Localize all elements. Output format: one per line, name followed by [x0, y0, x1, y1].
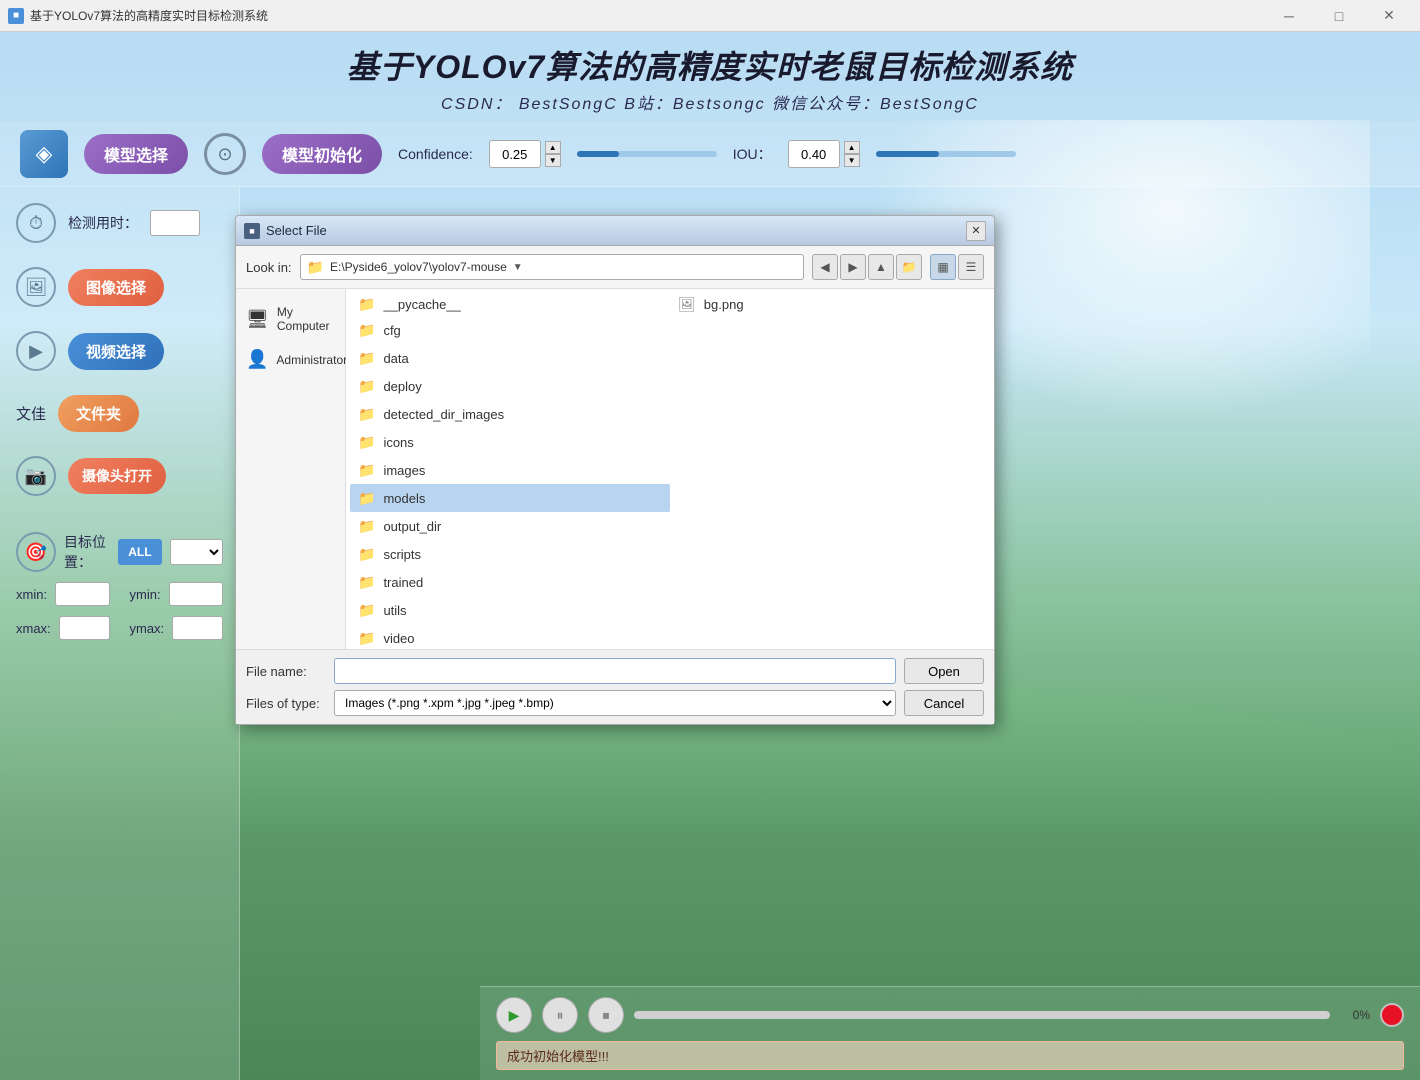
file-item-scripts[interactable]: 📁 scripts: [350, 540, 670, 568]
file-name-utils: utils: [383, 603, 406, 618]
file-item-trained[interactable]: 📁 trained: [350, 568, 670, 596]
folder-icon-scripts: 📁: [358, 546, 375, 563]
look-in-row: Look in: 📁 E:\Pyside6_yolov7\yolov7-mous…: [236, 246, 994, 289]
file-name-bgpng: bg.png: [704, 297, 744, 312]
dialog-icon: ■: [244, 223, 260, 239]
empty-cell-10: [670, 568, 990, 596]
dialog-title: Select File: [266, 223, 960, 238]
file-item-deploy[interactable]: 📁 deploy: [350, 372, 670, 400]
view-grid-button[interactable]: ▦: [930, 254, 956, 280]
file-grid: 📁 __pycache__ 🖼 bg.png 📁 cfg: [350, 293, 990, 649]
empty-cell-8: [670, 512, 990, 540]
file-name-output: output_dir: [383, 519, 441, 534]
file-name-data: data: [383, 351, 408, 366]
my-computer-label: My Computer: [277, 305, 335, 333]
folder-icon-detected: 📁: [358, 406, 375, 423]
file-item-data[interactable]: 📁 data: [350, 344, 670, 372]
folder-icon-icons: 📁: [358, 434, 375, 451]
folder-icon-models: 📁: [358, 490, 375, 507]
open-button[interactable]: Open: [904, 658, 984, 684]
file-name-icons: icons: [383, 435, 413, 450]
folder-icon-pycache: 📁: [358, 296, 375, 313]
file-name-pycache: __pycache__: [383, 297, 460, 312]
file-item-detected[interactable]: 📁 detected_dir_images: [350, 400, 670, 428]
file-name-cfg: cfg: [383, 323, 400, 338]
file-name-deploy: deploy: [383, 379, 421, 394]
empty-cell-5: [670, 428, 990, 456]
back-button[interactable]: ◀: [812, 254, 838, 280]
folder-icon-video: 📁: [358, 630, 375, 647]
empty-cell-4: [670, 400, 990, 428]
empty-cell-6: [670, 456, 990, 484]
forward-button[interactable]: ▶: [840, 254, 866, 280]
dialog-title-bar: ■ Select File ✕: [236, 216, 994, 246]
nav-item-administrator[interactable]: 👤 Administrator: [236, 341, 345, 378]
empty-cell-2: [670, 344, 990, 372]
cancel-button[interactable]: Cancel: [904, 690, 984, 716]
file-name-images: images: [383, 463, 425, 478]
filetype-label: Files of type:: [246, 696, 326, 711]
file-item-video[interactable]: 📁 video: [350, 624, 670, 649]
administrator-label: Administrator: [276, 353, 347, 367]
file-name-scripts: scripts: [383, 547, 421, 562]
file-item-models[interactable]: 📁 models: [350, 484, 670, 512]
file-name-detected: detected_dir_images: [383, 407, 504, 422]
empty-cell-11: [670, 596, 990, 624]
dialog-body: 🖥 My Computer 👤 Administrator 📁 __pycach…: [236, 289, 994, 649]
folder-icon-utils: 📁: [358, 602, 375, 619]
path-folder-icon: 📁: [307, 259, 324, 276]
file-name-video: video: [383, 631, 414, 646]
empty-cell-7: [670, 484, 990, 512]
file-dialog: ■ Select File ✕ Look in: 📁 E:\Pyside6_yo…: [235, 215, 995, 725]
look-in-label: Look in:: [246, 260, 292, 275]
folder-icon-output: 📁: [358, 518, 375, 535]
folder-icon-deploy: 📁: [358, 378, 375, 395]
file-item-pycache[interactable]: 📁 __pycache__: [350, 293, 670, 316]
filename-input[interactable]: [334, 658, 896, 684]
dialog-bottom: File name: Open Files of type: Images (*…: [236, 649, 994, 724]
filetype-select[interactable]: Images (*.png *.xpm *.jpg *.jpeg *.bmp): [334, 690, 896, 716]
path-dropdown-arrow: ▼: [513, 262, 523, 273]
folder-icon-images: 📁: [358, 462, 375, 479]
folder-icon-trained: 📁: [358, 574, 375, 591]
file-item-output[interactable]: 📁 output_dir: [350, 512, 670, 540]
file-item-icons[interactable]: 📁 icons: [350, 428, 670, 456]
file-list: 📁 __pycache__ 🖼 bg.png 📁 cfg: [346, 289, 994, 649]
file-item-cfg[interactable]: 📁 cfg: [350, 316, 670, 344]
my-computer-icon: 🖥: [246, 309, 269, 330]
file-item-images[interactable]: 📁 images: [350, 456, 670, 484]
empty-cell-3: [670, 372, 990, 400]
up-button[interactable]: ▲: [868, 254, 894, 280]
dialog-close-button[interactable]: ✕: [966, 221, 986, 241]
look-in-path[interactable]: 📁 E:\Pyside6_yolov7\yolov7-mouse ▼: [300, 254, 804, 280]
filename-label: File name:: [246, 664, 326, 679]
folder-icon-button[interactable]: 📁: [896, 254, 922, 280]
file-item-utils[interactable]: 📁 utils: [350, 596, 670, 624]
view-list-button[interactable]: ☰: [958, 254, 984, 280]
nav-item-my-computer[interactable]: 🖥 My Computer: [236, 297, 345, 341]
administrator-icon: 👤: [246, 349, 268, 370]
dialog-overlay: ■ Select File ✕ Look in: 📁 E:\Pyside6_yo…: [0, 0, 1420, 1080]
filetype-row: Files of type: Images (*.png *.xpm *.jpg…: [246, 690, 984, 716]
dialog-nav: 🖥 My Computer 👤 Administrator: [236, 289, 346, 649]
empty-cell-1: [670, 316, 990, 344]
filename-row: File name: Open: [246, 658, 984, 684]
file-item-bgpng[interactable]: 🖼 bg.png: [670, 293, 990, 316]
folder-icon-cfg: 📁: [358, 322, 375, 339]
path-text: E:\Pyside6_yolov7\yolov7-mouse: [330, 260, 507, 274]
file-name-trained: trained: [383, 575, 423, 590]
empty-cell-12: [670, 624, 990, 649]
folder-icon-data: 📁: [358, 350, 375, 367]
empty-cell-9: [670, 540, 990, 568]
file-name-models: models: [383, 491, 425, 506]
image-icon-bgpng: 🖼: [678, 296, 696, 313]
view-buttons: ▦ ☰: [930, 254, 984, 280]
navigation-buttons: ◀ ▶ ▲ 📁: [812, 254, 922, 280]
